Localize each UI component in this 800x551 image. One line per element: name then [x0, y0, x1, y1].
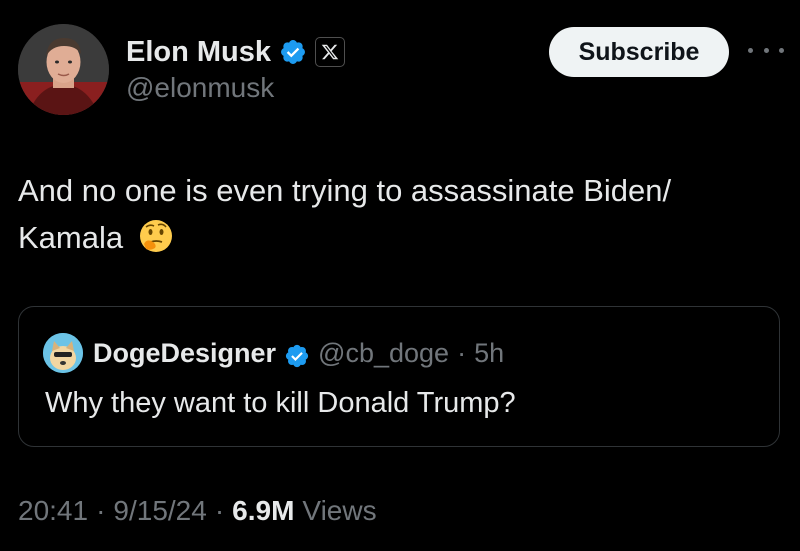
more-dot: [779, 47, 784, 53]
tweet-text: And no one is even trying to assassinate…: [18, 173, 672, 255]
more-dot: [748, 47, 753, 53]
avatar-image: [18, 24, 109, 115]
thinking-face-emoji-icon: [138, 218, 174, 254]
meta-separator: ·: [214, 495, 225, 526]
quoted-age[interactable]: 5h: [474, 333, 504, 373]
subscribe-button[interactable]: Subscribe: [549, 27, 729, 77]
quoted-author-avatar[interactable]: [43, 333, 83, 373]
author-avatar[interactable]: [18, 24, 109, 115]
quoted-separator: ·: [457, 338, 467, 368]
views-count: 6.9M: [232, 495, 295, 526]
quoted-author-handle[interactable]: @cb_doge: [318, 333, 449, 373]
tweet-meta: 20:41 · 9/15/24 · 6.9M Views: [18, 495, 377, 527]
quoted-author-name[interactable]: DogeDesigner: [93, 333, 276, 373]
more-options-icon[interactable]: [748, 40, 784, 60]
quoted-header: DogeDesigner @cb_doge · 5h: [93, 333, 504, 373]
verified-badge-icon: [284, 340, 310, 368]
author-name-row: Elon Musk: [126, 34, 346, 70]
tweet-time[interactable]: 20:41: [18, 495, 88, 527]
quoted-tweet-card[interactable]: DogeDesigner @cb_doge · 5h Why they want…: [18, 306, 780, 447]
author-name[interactable]: Elon Musk: [126, 34, 271, 70]
tweet-date[interactable]: 9/15/24: [113, 495, 206, 527]
more-dot: [763, 47, 769, 53]
meta-separator: ·: [96, 495, 106, 526]
quoted-tweet-text: Why they want to kill Donald Trump?: [45, 387, 516, 419]
verified-badge-icon: [279, 38, 307, 66]
views-label: Views: [302, 495, 377, 526]
author-handle[interactable]: @elonmusk: [126, 72, 274, 104]
x-logo-icon: [315, 37, 346, 67]
doge-avatar-image: [43, 333, 83, 373]
tweet-text-block: And no one is even trying to assassinate…: [18, 167, 778, 261]
